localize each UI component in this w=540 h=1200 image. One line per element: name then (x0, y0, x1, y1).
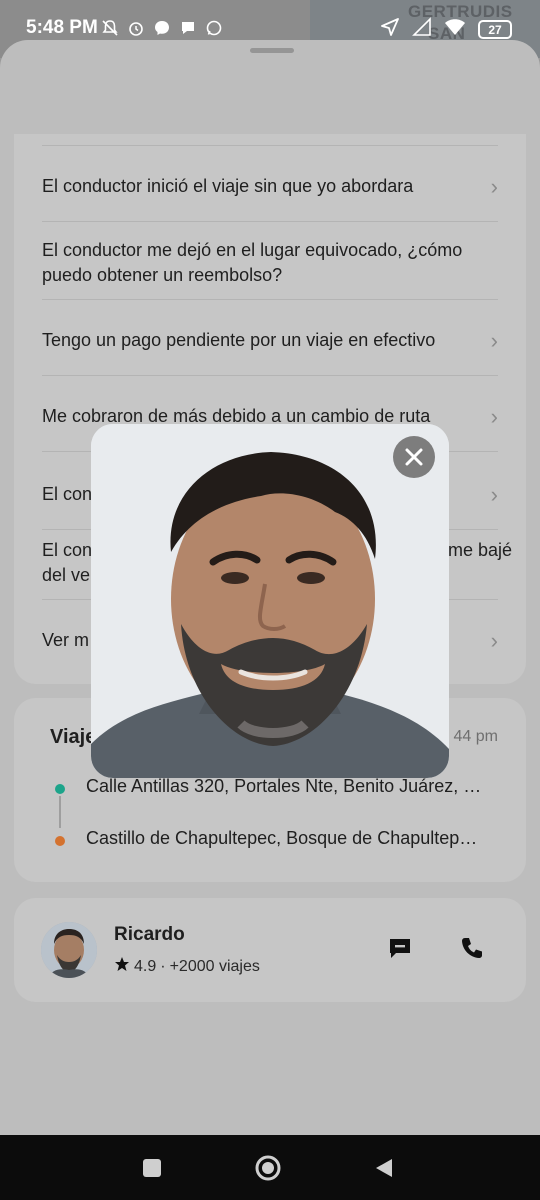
driver-name: Ricardo (114, 924, 185, 945)
help-item-trip-started[interactable]: El conductor inició el viaje sin que yo … (42, 174, 498, 222)
chat-bubble-icon (178, 18, 198, 38)
help-item-label: Ver m (42, 630, 90, 650)
sheet-handle[interactable] (250, 48, 294, 53)
route-line (59, 796, 61, 828)
pickup-address: Calle Antillas 320, Portales Nte, Benito… (86, 776, 486, 796)
whatsapp-icon (204, 18, 224, 38)
home-circle-icon (255, 1155, 281, 1181)
help-item-pending-cash[interactable]: Tengo un pago pendiente por un viaje en … (42, 328, 498, 376)
driver-trip-count: +2000 viajes (169, 957, 260, 975)
back-button[interactable] (367, 1151, 401, 1185)
alarm-icon (126, 18, 146, 38)
system-icons: 27 (380, 17, 512, 42)
home-button[interactable] (251, 1151, 285, 1185)
signal-icon (412, 17, 432, 42)
call-driver-button[interactable] (458, 934, 486, 962)
dropoff-address: Castillo de Chapultepec, Bosque de Chapu… (86, 828, 486, 848)
chevron-right-icon: › (490, 404, 498, 429)
chevron-right-icon: › (490, 482, 498, 507)
driver-rating: 4.9 (134, 957, 157, 975)
help-item-label: Tengo un pago pendiente por un viaje en … (42, 330, 436, 350)
driver-stats: 4.9 · +2000 viajes (114, 956, 260, 977)
star-icon (114, 956, 130, 977)
status-time: 5:48 PM (26, 17, 98, 38)
help-item-label: El con (42, 540, 93, 560)
help-item-label: El conductor me dejó en el lugar equivoc… (42, 240, 463, 285)
recents-button[interactable] (135, 1151, 169, 1185)
close-icon (405, 448, 423, 466)
battery-icon: 27 (478, 20, 512, 39)
driver-photo-modal (91, 424, 449, 778)
trip-time: 44 pm (453, 728, 498, 745)
driver-photo (91, 424, 449, 778)
pickup-dot-icon (55, 784, 65, 794)
help-row-divider-top (42, 134, 498, 146)
message-driver-button[interactable] (386, 934, 414, 962)
chevron-right-icon: › (490, 328, 498, 353)
close-photo-button[interactable] (393, 436, 435, 478)
dropoff-dot-icon (55, 836, 65, 846)
system-nav-bar (0, 1135, 540, 1200)
recents-square-icon (143, 1159, 161, 1177)
help-item-label-end: me bajé (447, 540, 512, 560)
help-item-label: El conductor inició el viaje sin que yo … (42, 176, 414, 196)
help-item-wrong-dropoff[interactable]: El conductor me dejó en el lugar equivoc… (42, 238, 498, 300)
help-item-label: Me cobraron de más debido a un cambio de… (42, 406, 431, 426)
back-triangle-icon (376, 1159, 392, 1177)
notifications-off-icon (100, 18, 120, 38)
help-item-label: El con (42, 484, 93, 504)
driver-card: Ricardo 4.9 · +2000 viajes (14, 898, 526, 1002)
chevron-right-icon: › (490, 628, 498, 653)
chevron-right-icon: › (490, 174, 498, 199)
stats-separator: · (160, 957, 166, 975)
trip-title: Viaje (50, 726, 97, 748)
wifi-icon (444, 17, 466, 42)
driver-avatar[interactable] (41, 922, 97, 978)
location-arrow-icon (380, 17, 400, 42)
messenger-icon (152, 18, 172, 38)
notification-icons (100, 18, 224, 38)
